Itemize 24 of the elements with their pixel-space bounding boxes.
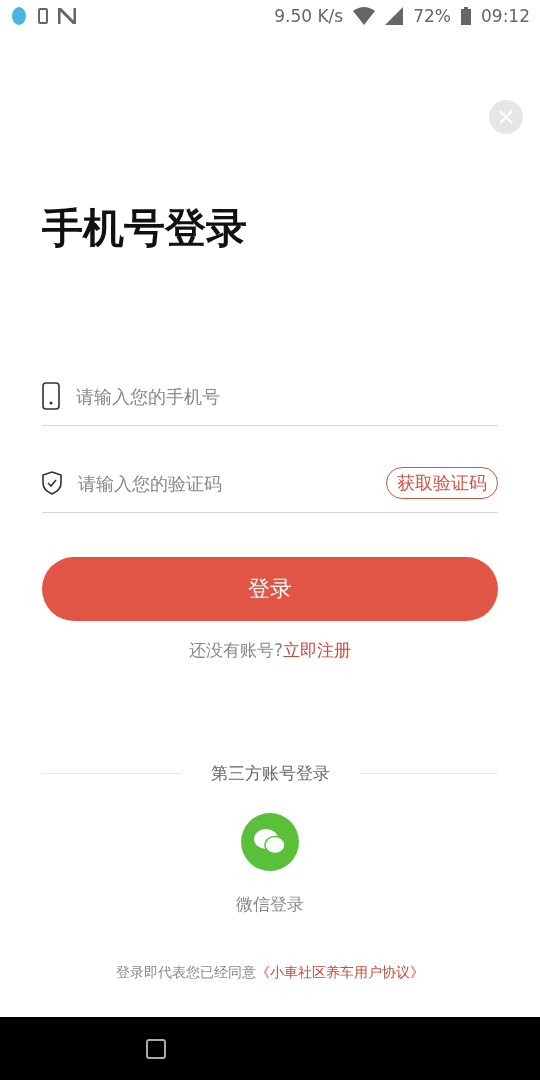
battery-icon: [461, 7, 471, 25]
phone-icon: [42, 382, 60, 411]
agreement-link[interactable]: 《小車社区养车用户协议》: [256, 964, 424, 981]
register-link[interactable]: 立即注册: [283, 640, 351, 661]
close-icon: [498, 109, 514, 125]
shield-icon: [42, 471, 62, 496]
code-input[interactable]: 请输入您的验证码: [76, 471, 372, 495]
close-button[interactable]: [489, 100, 523, 134]
login-button[interactable]: 登录: [42, 557, 498, 622]
agreement-text: 登录即代表您已经同意: [116, 964, 256, 981]
wechat-button[interactable]: [241, 813, 299, 872]
battery-percent: 72%: [413, 6, 451, 26]
get-code-button[interactable]: 获取验证码: [386, 467, 498, 500]
recents-icon[interactable]: [146, 1038, 166, 1059]
page-title: 手机号登录: [42, 204, 248, 254]
register-prompt: 还没有账号?: [189, 640, 283, 661]
n-icon: [58, 8, 76, 24]
third-party-heading: 第三方账号登录: [210, 762, 330, 786]
network-speed: 9.50 K/s: [274, 6, 344, 26]
clock: 09:12: [481, 6, 530, 26]
wechat-label: 微信登录: [236, 893, 304, 917]
wifi-icon: [353, 7, 376, 25]
phone-input[interactable]: 请输入您的手机号: [74, 384, 498, 408]
signal-icon: [385, 7, 404, 25]
